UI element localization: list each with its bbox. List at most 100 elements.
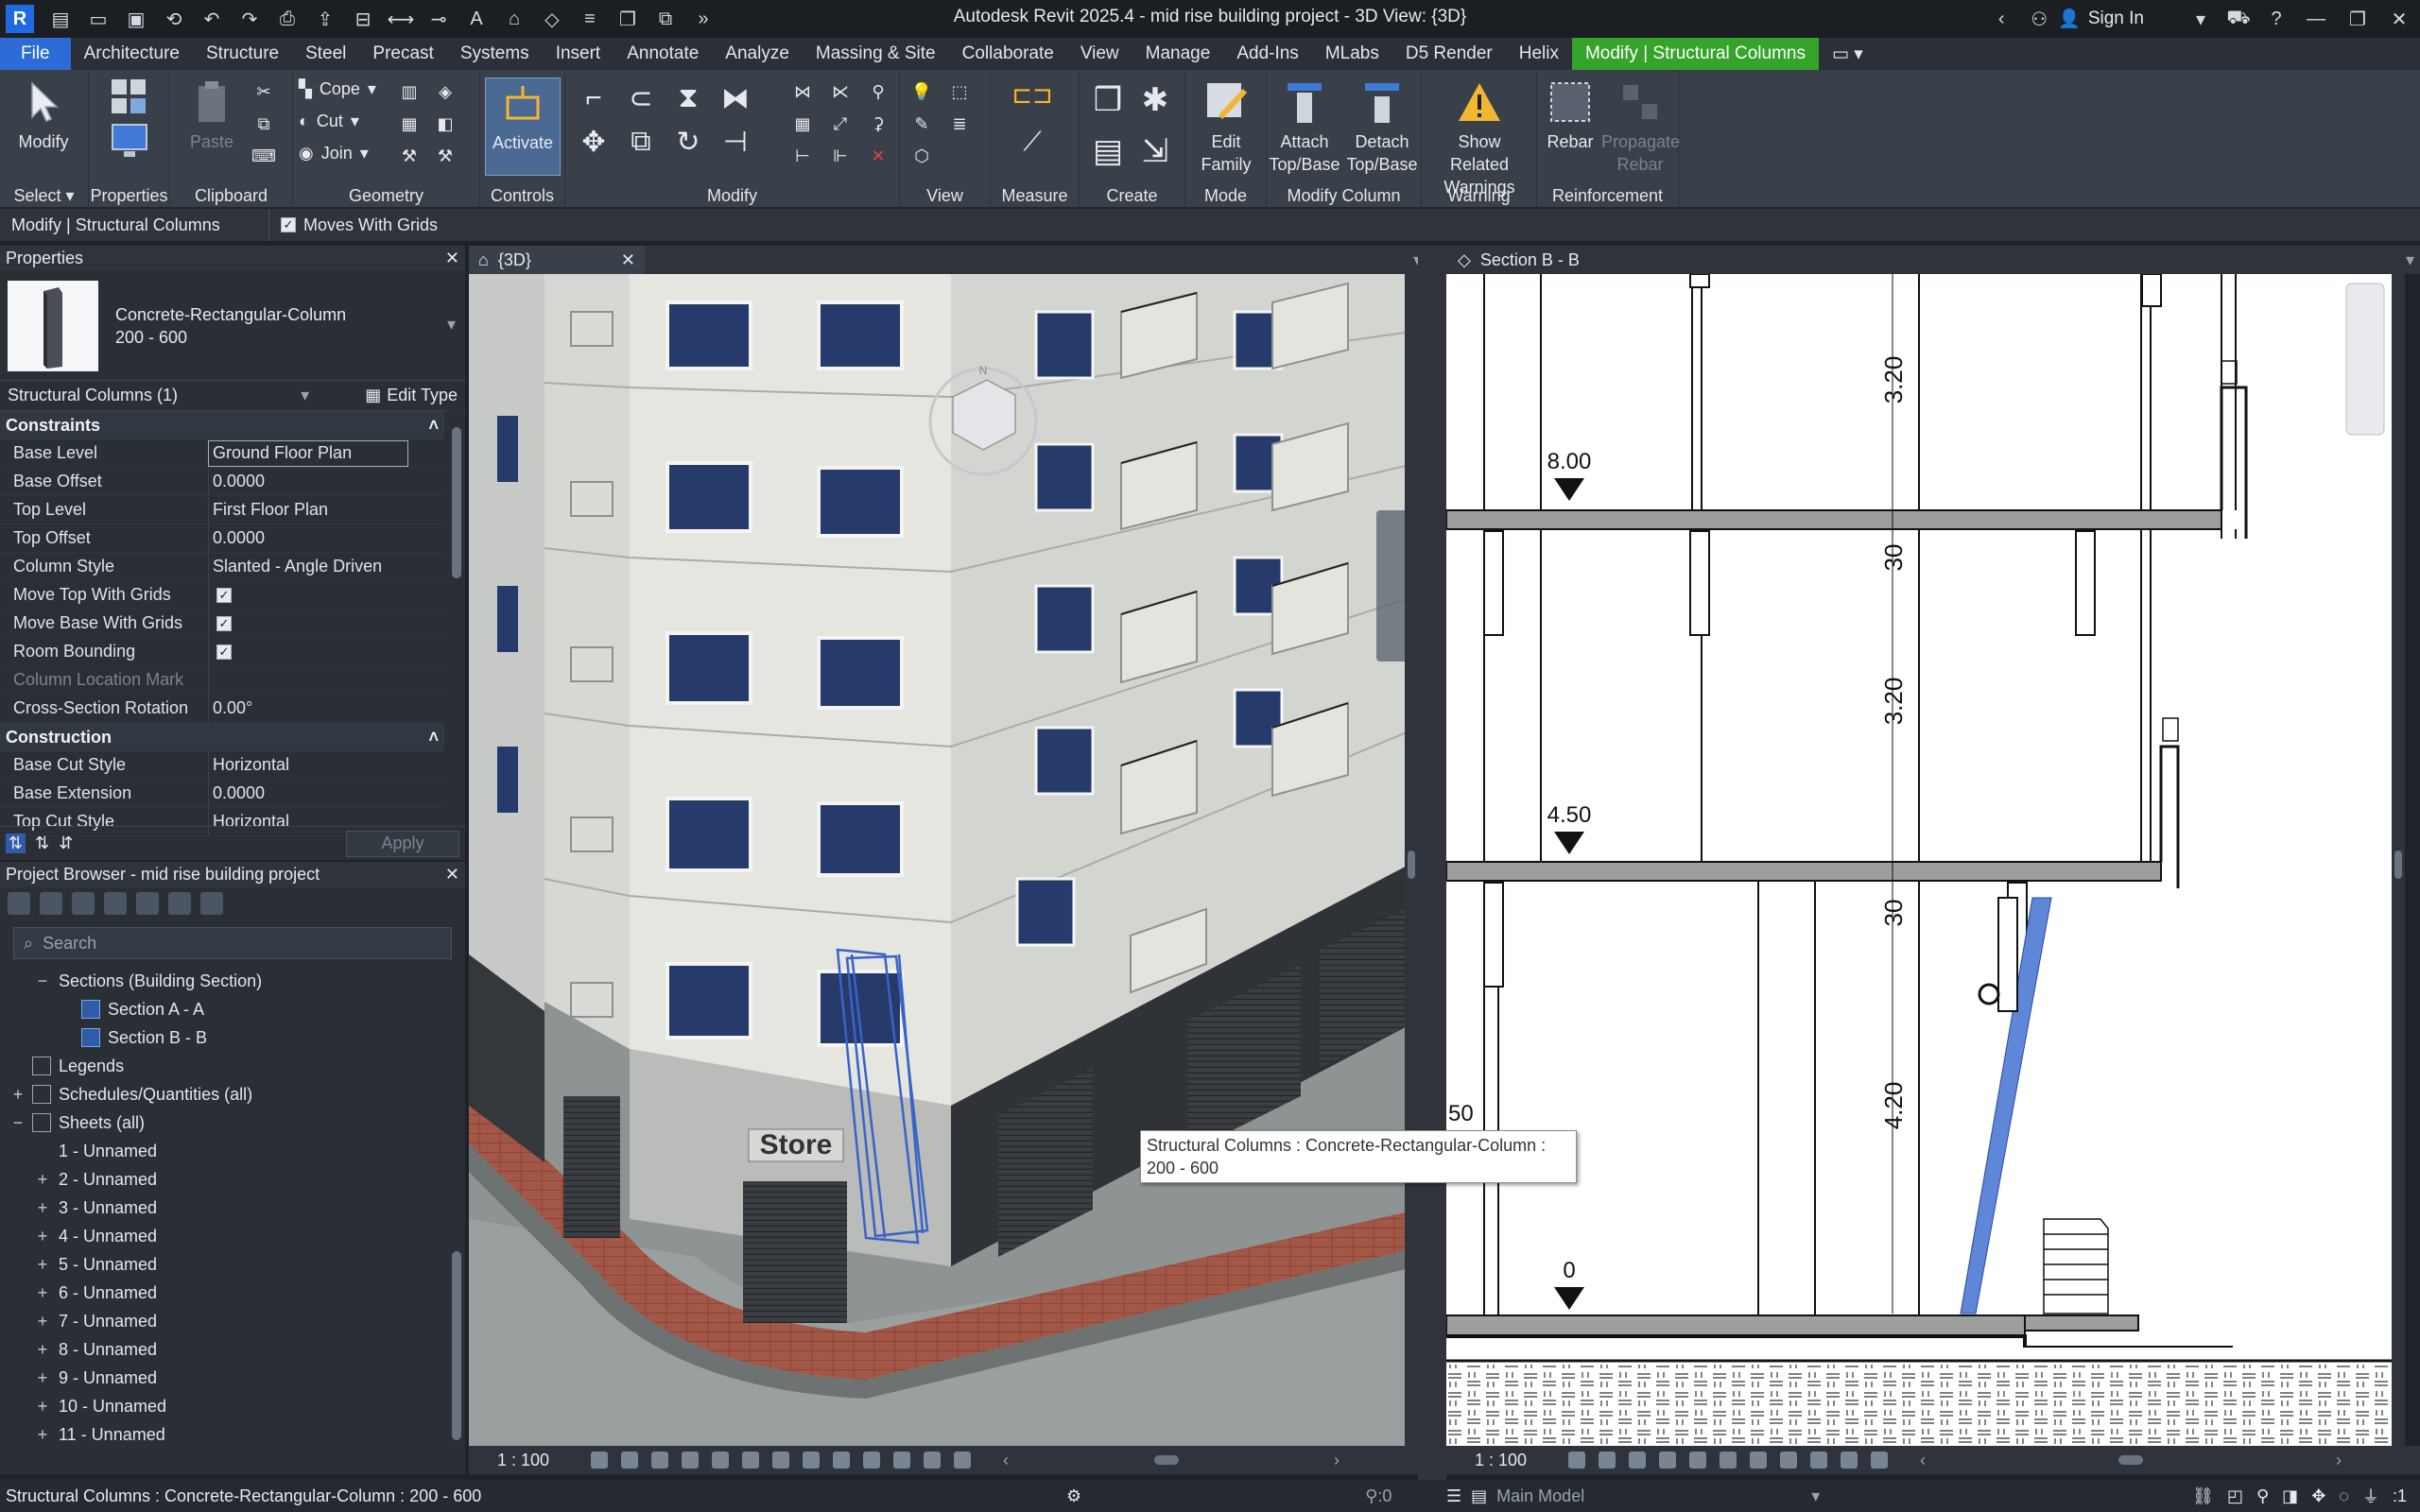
scale-icon[interactable]: ⤢ [826,110,855,138]
property-value[interactable]: 0.0000 [208,467,444,496]
lock-view-icon[interactable] [803,1452,821,1469]
revit-logo[interactable]: R [6,5,34,33]
worksets-icon[interactable]: ⚙ [1066,1486,1081,1506]
close-browser-icon[interactable]: ✕ [445,865,459,885]
expand-toggle-icon[interactable]: + [34,1283,51,1303]
trim-single-icon[interactable]: ⊩ [826,142,855,170]
sort-grouped-icon[interactable]: ⇅ [6,833,26,853]
expand-toggle-icon[interactable]: − [34,971,51,991]
tab-annotate[interactable]: Annotate [614,38,712,70]
align-icon[interactable]: ⌐ [575,79,613,117]
show-crop-icon[interactable] [772,1452,790,1469]
tab-collaborate[interactable]: Collaborate [949,38,1067,70]
print-icon[interactable]: ⎙ [273,5,302,33]
array-icon[interactable]: ▦ [788,110,817,138]
section-visual-style-icon[interactable] [1599,1452,1616,1469]
browser-home-icon[interactable] [8,892,30,915]
browser-tree-item[interactable]: + Schedules/Quantities (all) [0,1080,465,1108]
unpin-icon[interactable]: ⚳ [864,110,892,138]
paste-button[interactable]: Paste [174,77,250,153]
shadows-icon[interactable] [682,1452,700,1469]
expand-toggle-icon[interactable]: + [34,1198,51,1218]
tab-precast[interactable]: Precast [359,38,446,70]
section-temp-hide-icon[interactable] [1780,1452,1798,1469]
type-properties-button[interactable] [93,76,168,129]
override-graphics-icon[interactable]: ⬚ [945,77,974,106]
sync-icon[interactable]: ⟲ [160,5,188,33]
dropdown-arrow-icon[interactable]: ▾ [2187,5,2215,33]
section-scroll-right-icon[interactable]: › [2336,1451,2342,1470]
section-crop-view-icon[interactable] [1689,1452,1707,1469]
element-properties-button[interactable] [93,123,166,164]
browser-tree-item[interactable]: Section B - B [0,1023,465,1052]
edit-family-button[interactable]: Edit Family [1188,77,1264,176]
browser-tree-item[interactable]: Legends [0,1052,465,1080]
property-value[interactable] [208,665,444,695]
restore-button[interactable]: ❐ [2337,0,2378,38]
browser-tree-item[interactable]: − Sections (Building Section) [0,967,465,995]
chevron-left-icon[interactable]: ‹ [1987,5,2015,33]
sort-ascending-icon[interactable]: ⇅ [35,833,49,853]
visual-style-icon[interactable] [621,1452,639,1469]
cut-scissors-icon[interactable]: ✂ [250,77,278,106]
mirror-pick-axis-icon[interactable]: ⧗ [669,79,707,117]
create-assembly-icon[interactable]: ▤ [1085,129,1131,174]
browser-families-icon[interactable] [136,892,159,915]
tab-analyze[interactable]: Analyze [712,38,803,70]
property-value[interactable]: ✓ [208,609,444,638]
tab-helix[interactable]: Helix [1506,38,1572,70]
tab-steel[interactable]: Steel [292,38,359,70]
browser-tree-item[interactable]: +2 - Unnamed [0,1165,465,1194]
browser-views-icon[interactable] [40,892,62,915]
property-value[interactable]: ✓ [208,637,444,666]
browser-tree-item[interactable]: Section A - A [0,995,465,1023]
property-value[interactable]: 0.0000 [208,779,444,808]
instance-filter-dropdown[interactable]: Structural Columns (1) ▾ [8,386,309,405]
property-value[interactable]: Ground Floor Plan [208,439,408,467]
browser-tree-item[interactable]: +5 - Unnamed [0,1250,465,1279]
browser-tree-item[interactable]: +8 - Unnamed [0,1335,465,1364]
delete-icon[interactable]: ✕ [864,142,892,170]
thin-lines-icon[interactable]: ≡ [576,5,604,33]
expand-toggle-icon[interactable]: + [34,1255,51,1275]
tab-systems[interactable]: Systems [447,38,543,70]
section-icon[interactable]: ◇ [538,5,566,33]
sign-in-button[interactable]: 👤 Sign In [2058,8,2144,30]
browser-search-input[interactable]: ⌕ Search [13,927,452,959]
filter-icon[interactable]: ⏚ [2362,1484,2379,1508]
filter-lines-icon[interactable]: ≣ [945,110,974,138]
expand-toggle-icon[interactable]: + [34,1340,51,1360]
select-links-icon[interactable]: ⛓ [2192,1486,2214,1506]
cope-button[interactable]: ▚ Cope ▾ [299,79,376,99]
sun-path-icon[interactable] [651,1452,669,1469]
tab-section-view[interactable]: ◇ Section B - B [1446,250,1580,270]
property-value[interactable]: First Floor Plan [208,495,444,524]
property-group-header[interactable]: Construction ˄ [0,723,444,751]
property-checkbox[interactable]: ✓ [216,644,232,660]
browser-tree-item[interactable]: − Sheets (all) [0,1108,465,1137]
3d-vertical-scroll-thumb[interactable] [1408,850,1415,879]
tab-modify-structural-columns[interactable]: Modify | Structural Columns [1571,38,1819,70]
section-analytical-icon[interactable] [1871,1452,1889,1469]
property-value[interactable]: Horizontal [208,750,444,780]
moves-with-grids-checkbox[interactable]: ✓ [281,217,296,232]
modify-button[interactable]: Modify [6,77,81,153]
browser-tree-item[interactable]: 1 - Unnamed [0,1137,465,1165]
browser-scroll-thumb[interactable] [452,1251,461,1440]
split-face-icon[interactable]: ▥ [395,77,424,106]
switch-windows-icon[interactable]: ⧉ [651,5,680,33]
view-splitter[interactable] [1418,246,1446,1480]
save-icon[interactable]: ▣ [122,5,150,33]
property-value[interactable]: 0.0000 [208,524,444,553]
collapse-group-icon[interactable]: ˄ [428,728,439,747]
redo-icon[interactable]: ↷ [235,5,264,33]
close-window-button[interactable]: ✕ [2378,0,2420,38]
trim-multiple-icon[interactable]: ⊢ [788,142,817,170]
browser-tree-item[interactable]: +9 - Unnamed [0,1364,465,1392]
properties-scrollbar[interactable] [450,408,463,813]
section-vertical-scroll-thumb[interactable] [2394,850,2402,879]
expand-toggle-icon[interactable]: − [9,1113,26,1133]
hide-in-view-icon[interactable]: 💡 [908,77,936,106]
property-checkbox[interactable]: ✓ [216,587,232,603]
browser-links-icon[interactable] [200,892,223,915]
